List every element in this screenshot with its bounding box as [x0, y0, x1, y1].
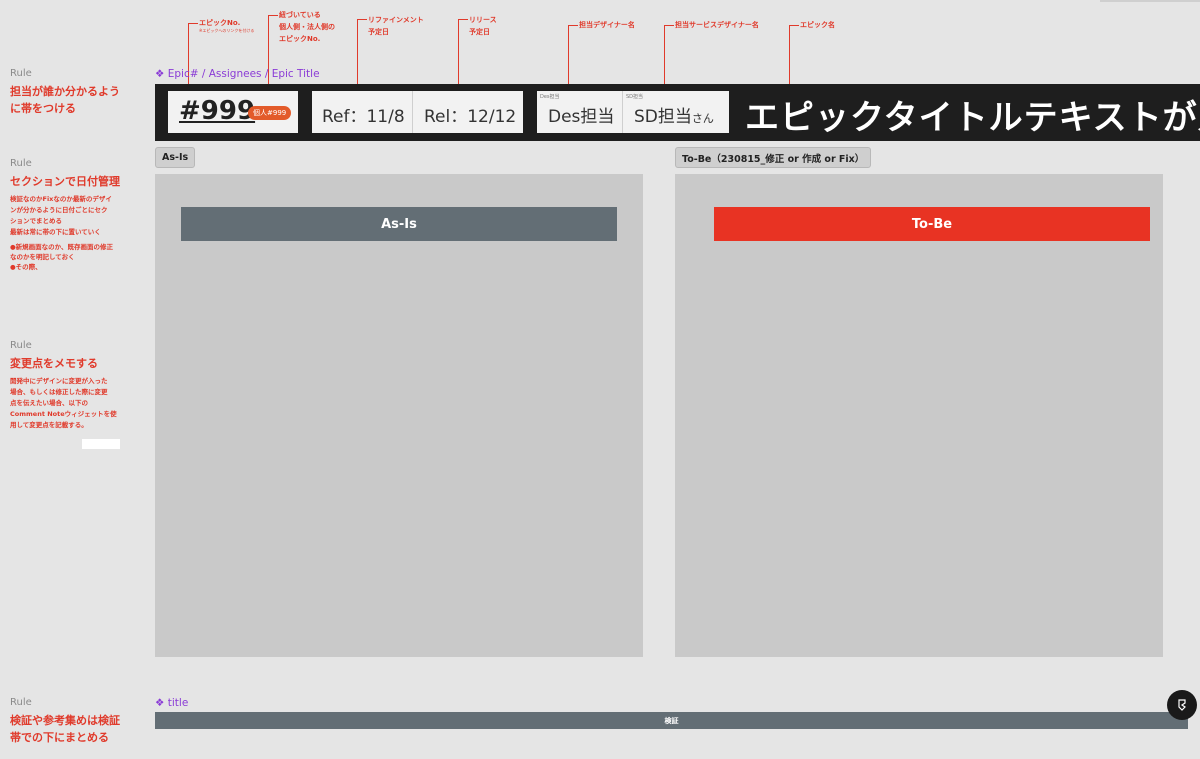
rule-title: 変更点をメモする	[10, 357, 98, 370]
rule-date-section: Rule セクションで日付管理 検証なのかFixなのか最新のデザイ ンが分かるよ…	[10, 158, 140, 272]
annotation-line	[789, 25, 799, 26]
rule-body-line: 最新は常に帯の下に置いていく	[10, 228, 101, 236]
annotation-refinement: リファインメント 予定日	[368, 16, 424, 36]
section-tag-tobe[interactable]: To-Be（230815_修正 or 作成 or Fix）	[675, 147, 872, 168]
epic-title: エピックタイトルテキストが入ります	[745, 98, 1200, 138]
designer-label: Des担当	[540, 94, 560, 100]
rule-assignee: Rule 担当が誰か分かるよう に帯をつける	[10, 68, 140, 117]
section-tag-asis[interactable]: As-Is	[155, 147, 196, 168]
epic-header-band: #999 個人#999 Ref：11/8 Rel：12/12 Des担当 Des…	[155, 84, 1200, 141]
annotation-release: リリース 予定日	[469, 16, 497, 36]
rule-body-line: 検証なのかFixなのか最新のデザイ	[10, 195, 112, 203]
release-date: Rel：12/12	[424, 107, 517, 127]
annotation-line	[664, 25, 674, 26]
rule-body-line: 開発中にデザインに変更が入った	[10, 377, 108, 385]
rule-kicker: Rule	[10, 158, 32, 169]
epic-number-card: #999 個人#999	[168, 91, 298, 133]
annotation-designer: 担当デザイナー名	[579, 21, 635, 29]
annotation-epic-name: エピック名	[800, 21, 835, 29]
rule-body-line: 場合、もしくは修正した際に変更	[10, 388, 108, 396]
rule-body-line: 用して変更点を記載する。	[10, 421, 88, 429]
annotation-service-designer: 担当サービスデザイナー名	[675, 21, 759, 29]
honorific-suffix: さん	[691, 112, 714, 125]
tobe-bar: To-Be	[714, 207, 1150, 241]
comment-note-widget-thumbnail[interactable]	[82, 439, 120, 449]
annotation-linked-epic: 紐づいている 個人側・法人側の エピックNo.	[279, 11, 335, 43]
top-divider	[1100, 0, 1200, 2]
rule-note-line: ●新規画面なのか、既存画面の修正	[10, 243, 114, 251]
epic-number-link[interactable]: #999	[179, 96, 255, 126]
rule-change-memo: Rule 変更点をメモする 開発中にデザインに変更が入った 場合、もしくは修正し…	[10, 340, 140, 431]
linked-epic-pill[interactable]: 個人#999	[248, 106, 292, 120]
card-divider	[622, 91, 623, 133]
schedule-card: Ref：11/8 Rel：12/12	[312, 91, 523, 133]
rule-note-line: ●その際、	[10, 263, 42, 271]
rule-title: に帯をつける	[10, 102, 76, 115]
assignee-card: Des担当 Des担当 SD担当 SD担当さん	[537, 91, 729, 133]
annotation-line	[268, 15, 278, 16]
verification-band[interactable]: 検証	[155, 712, 1188, 729]
rule-title: 帯での下にまとめる	[10, 731, 109, 744]
asis-frame[interactable]: As-Is	[155, 174, 643, 657]
rule-kicker: Rule	[10, 340, 32, 351]
annotation-line	[568, 25, 578, 26]
rule-body-line: Comment Noteウィジェットを使	[10, 410, 117, 418]
card-divider	[412, 91, 413, 133]
service-designer-label: SD担当	[626, 94, 644, 100]
rule-title: セクションで日付管理	[10, 175, 120, 188]
refinement-date: Ref：11/8	[322, 107, 405, 127]
frame-label-bottom[interactable]: ❖ title	[155, 697, 188, 709]
rule-body-line: 点を伝えたい場合、以下の	[10, 399, 88, 407]
annotation-line	[789, 25, 790, 91]
annotation-line	[458, 19, 468, 20]
service-designer-name-text: SD担当	[634, 107, 692, 127]
plugin-glyph-icon	[1178, 699, 1186, 711]
rule-title: 検証や参考集めは検証	[10, 714, 120, 727]
rule-kicker: Rule	[10, 697, 32, 708]
rule-body-line: ションでまとめる	[10, 217, 62, 225]
service-designer-name: SD担当さん	[634, 102, 714, 127]
figma-plugin-icon[interactable]	[1167, 690, 1197, 720]
frame-label-header[interactable]: ❖ Epic# / Assignees / Epic Title	[155, 68, 320, 80]
asis-bar: As-Is	[181, 207, 617, 241]
rule-verification: Rule 検証や参考集めは検証 帯での下にまとめる	[10, 697, 140, 746]
rule-title: 担当が誰か分かるよう	[10, 85, 120, 98]
rule-kicker: Rule	[10, 68, 32, 79]
rule-note-line: なのかを明記しておく	[10, 253, 75, 261]
annotation-line	[357, 19, 367, 20]
annotation-epic-no: エピックNo. ※エピックへのリンクを付ける	[199, 19, 255, 33]
tobe-frame[interactable]: To-Be	[675, 174, 1163, 657]
rule-body-line: ンが分かるように日付ごとにセク	[10, 206, 108, 214]
annotation-line	[188, 23, 198, 24]
designer-name: Des担当	[548, 107, 615, 127]
